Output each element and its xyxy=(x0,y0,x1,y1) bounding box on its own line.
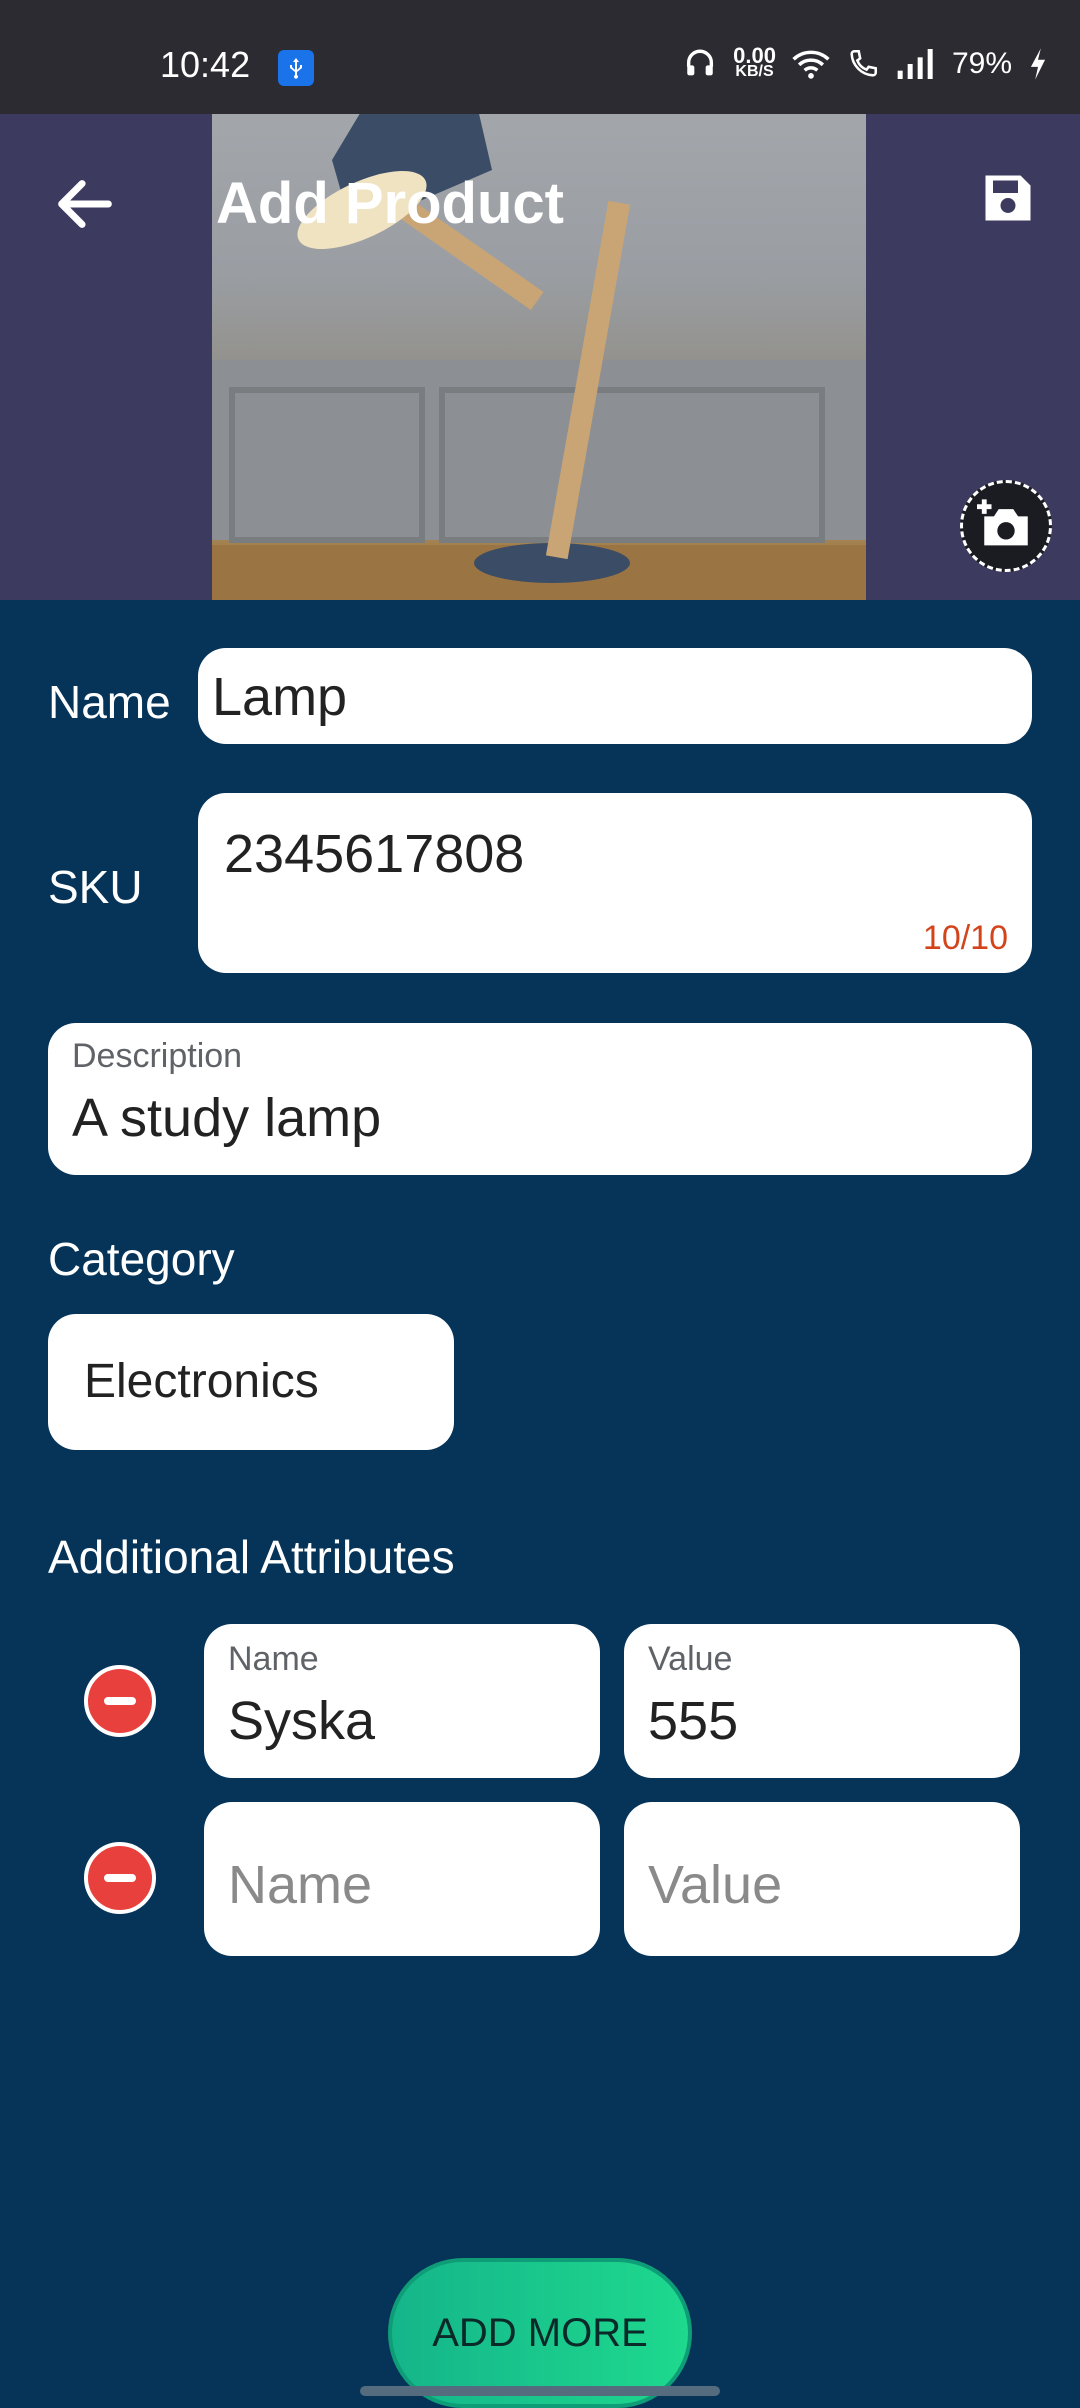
add-photo-icon xyxy=(977,499,1028,546)
headset-icon xyxy=(687,49,714,76)
minus-icon xyxy=(104,1874,136,1882)
attribute-value-value: 555 xyxy=(648,1691,739,1751)
attribute-name-field[interactable]: Name Syska xyxy=(204,1624,600,1778)
attribute-name-placeholder: Name xyxy=(228,1855,373,1915)
attribute-value-field[interactable]: Value xyxy=(624,1802,1020,1956)
sku-label: SKU xyxy=(48,861,143,913)
category-value: Electronics xyxy=(84,1355,319,1408)
page-title: Add Product xyxy=(216,171,564,236)
top-app-bar: Add Product xyxy=(0,114,1080,284)
description-value: A study lamp xyxy=(72,1088,382,1148)
minus-icon xyxy=(104,1697,136,1705)
description-field[interactable]: Description A study lamp xyxy=(48,1023,1032,1175)
remove-attribute-button[interactable] xyxy=(84,1665,156,1737)
wifi-calling-icon xyxy=(850,49,877,77)
signal-icon xyxy=(897,49,933,79)
attribute-value-field[interactable]: Value 555 xyxy=(624,1624,1020,1778)
status-time: 10:42 xyxy=(160,44,251,85)
sku-field[interactable]: 2345617808 10/10 xyxy=(198,793,1032,973)
attribute-value-label: Value xyxy=(648,1640,733,1678)
gesture-nav-bar[interactable] xyxy=(360,2386,720,2396)
charging-icon xyxy=(1030,48,1046,80)
back-button[interactable] xyxy=(50,169,120,239)
wifi-icon xyxy=(792,50,830,79)
description-label: Description xyxy=(72,1037,243,1075)
name-field[interactable]: Lamp xyxy=(198,648,1032,744)
category-label: Category xyxy=(48,1233,235,1285)
attributes-label: Additional Attributes xyxy=(48,1531,455,1583)
usb-icon xyxy=(278,50,314,86)
sku-char-counter: 10/10 xyxy=(922,919,1008,957)
remove-attribute-button[interactable] xyxy=(84,1842,156,1914)
attribute-name-value: Syska xyxy=(228,1691,376,1751)
net-speed: 0.00 KB/S xyxy=(733,43,776,80)
attribute-name-field[interactable]: Name xyxy=(204,1802,600,1956)
attribute-value-placeholder: Value xyxy=(648,1855,783,1915)
category-select[interactable]: Electronics xyxy=(48,1314,454,1450)
arrow-left-icon xyxy=(58,180,112,228)
name-label: Name xyxy=(48,676,171,728)
save-button[interactable] xyxy=(978,168,1038,228)
battery-level: 79% xyxy=(951,47,1012,80)
status-icons: 0.00 KB/S 79% xyxy=(683,44,1048,84)
name-value: Lamp xyxy=(212,667,348,727)
status-bar: 10:42 0.00 KB/S 79% xyxy=(0,0,1080,114)
add-photo-button[interactable] xyxy=(960,480,1052,572)
save-icon xyxy=(985,175,1031,221)
sku-value: 2345617808 xyxy=(224,824,525,884)
attribute-name-label: Name xyxy=(228,1640,319,1678)
